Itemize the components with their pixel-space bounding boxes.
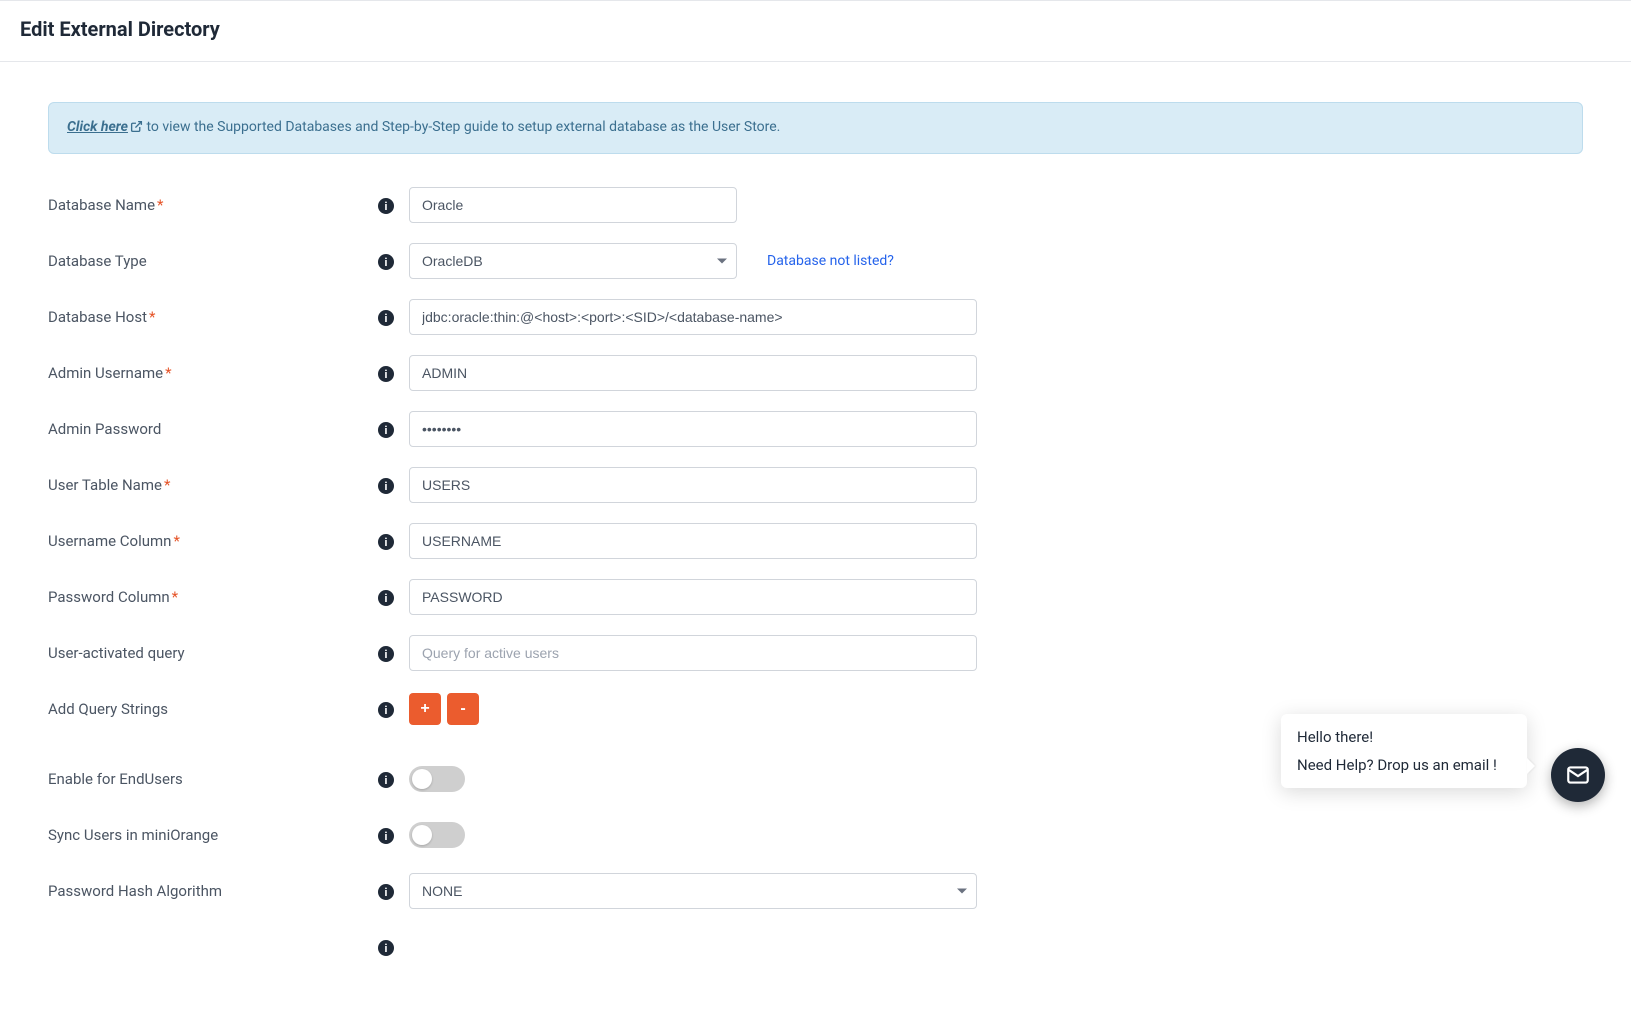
- info-icon[interactable]: i: [378, 478, 394, 494]
- label-database-name: Database Name*: [48, 196, 363, 214]
- info-icon[interactable]: i: [378, 646, 394, 662]
- add-query-plus-button[interactable]: +: [409, 693, 441, 725]
- info-icon[interactable]: i: [378, 254, 394, 270]
- chat-fab-button[interactable]: [1551, 748, 1605, 802]
- info-icon[interactable]: i: [378, 310, 394, 326]
- info-icon[interactable]: i: [378, 198, 394, 214]
- sync-users-toggle[interactable]: [409, 822, 465, 848]
- label-admin-password: Admin Password: [48, 420, 363, 438]
- info-icon[interactable]: i: [378, 884, 394, 900]
- add-query-minus-button[interactable]: -: [447, 693, 479, 725]
- database-not-listed-link[interactable]: Database not listed?: [767, 253, 894, 269]
- label-activated-query: User-activated query: [48, 644, 363, 662]
- label-user-table: User Table Name*: [48, 476, 363, 494]
- info-banner: Click here to view the Supported Databas…: [48, 102, 1583, 154]
- mail-icon: [1565, 762, 1591, 788]
- enable-endusers-toggle[interactable]: [409, 766, 465, 792]
- info-icon[interactable]: i: [378, 590, 394, 606]
- username-column-input[interactable]: [409, 523, 977, 559]
- info-icon[interactable]: i: [378, 940, 394, 956]
- info-icon[interactable]: i: [378, 828, 394, 844]
- password-hash-select[interactable]: NONE: [409, 873, 977, 909]
- database-type-select[interactable]: OracleDB: [409, 243, 737, 279]
- chat-popup: Hello there! Need Help? Drop us an email…: [1281, 714, 1527, 788]
- info-icon[interactable]: i: [378, 772, 394, 788]
- label-username-column: Username Column*: [48, 532, 363, 550]
- label-admin-username: Admin Username*: [48, 364, 363, 382]
- label-password-hash: Password Hash Algorithm: [48, 882, 363, 900]
- database-host-input[interactable]: [409, 299, 977, 335]
- admin-password-input[interactable]: [409, 411, 977, 447]
- info-icon[interactable]: i: [378, 422, 394, 438]
- chat-greeting: Hello there!: [1297, 728, 1511, 746]
- admin-username-input[interactable]: [409, 355, 977, 391]
- info-icon[interactable]: i: [378, 534, 394, 550]
- activated-query-input[interactable]: [409, 635, 977, 671]
- info-icon[interactable]: i: [378, 702, 394, 718]
- external-link-icon: [130, 120, 143, 137]
- info-banner-link[interactable]: Click here: [67, 119, 143, 135]
- label-sync-users: Sync Users in miniOrange: [48, 826, 363, 844]
- label-add-query-strings: Add Query Strings: [48, 700, 363, 718]
- label-database-host: Database Host*: [48, 308, 363, 326]
- label-database-type: Database Type: [48, 252, 363, 270]
- label-enable-endusers: Enable for EndUsers: [48, 770, 363, 788]
- info-icon[interactable]: i: [378, 366, 394, 382]
- page-title: Edit External Directory: [20, 17, 1611, 41]
- database-name-input[interactable]: [409, 187, 737, 223]
- chat-help-text: Need Help? Drop us an email !: [1297, 756, 1511, 774]
- info-banner-text: to view the Supported Databases and Step…: [143, 119, 780, 135]
- chat-popup-arrow-icon: [1527, 758, 1535, 774]
- password-column-input[interactable]: [409, 579, 977, 615]
- label-password-column: Password Column*: [48, 588, 363, 606]
- user-table-input[interactable]: [409, 467, 977, 503]
